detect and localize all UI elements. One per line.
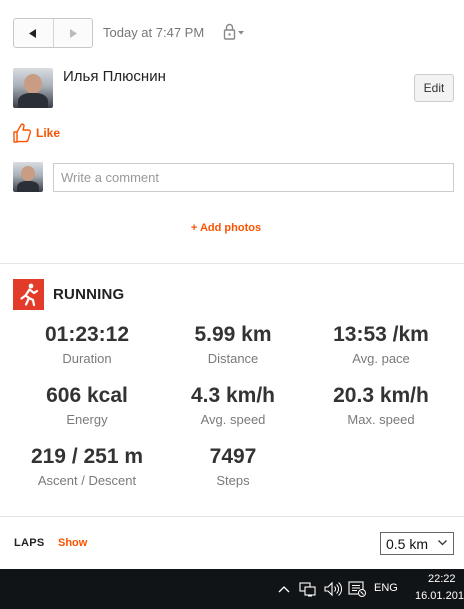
lap-split-select[interactable]: 0.5 km	[380, 532, 454, 555]
comment-input[interactable]	[53, 163, 454, 192]
network-icon[interactable]	[298, 579, 318, 599]
chevron-down-icon	[438, 540, 447, 546]
previous-activity-button[interactable]	[14, 19, 54, 47]
stat-steps: 7497 Steps	[163, 445, 303, 488]
stat-label: Duration	[62, 351, 112, 366]
stat-energy: 606 kcal Energy	[17, 384, 157, 427]
stat-avg-speed: 4.3 km/h Avg. speed	[163, 384, 303, 427]
taskbar: ENG 22:22 16.01.2017	[0, 569, 464, 609]
stat-duration: 01:23:12 Duration	[17, 323, 157, 366]
privacy-dropdown[interactable]	[223, 23, 245, 41]
add-photos-link[interactable]: + Add photos	[0, 222, 452, 234]
stat-value: 20.3 km/h	[333, 384, 429, 407]
stat-label: Steps	[216, 473, 250, 488]
stat-value: 13:53 /km	[333, 323, 429, 346]
laps-show-link[interactable]: Show	[58, 537, 87, 549]
activity-timestamp: Today at 7:47 PM	[103, 25, 205, 40]
edit-button[interactable]: Edit	[414, 74, 454, 102]
stat-value: 606 kcal	[46, 384, 128, 407]
stat-value: 4.3 km/h	[190, 384, 276, 407]
stat-label: Avg. speed	[200, 412, 266, 427]
lap-split-value: 0.5 km	[386, 535, 429, 552]
like-label: Like	[36, 126, 61, 140]
activity-type: RUNNING	[53, 286, 125, 303]
next-activity-button[interactable]	[54, 19, 93, 47]
like-button[interactable]: Like	[12, 122, 60, 144]
stat-value: 5.99 km	[194, 323, 272, 346]
athlete-name[interactable]: Илья Плюснин	[63, 68, 166, 85]
laps-heading: LAPS	[14, 537, 45, 549]
stat-label: Ascent / Descent	[37, 473, 137, 488]
chevron-up-icon	[278, 586, 290, 593]
triangle-right-icon	[69, 28, 77, 38]
clock-time[interactable]: 22:22	[428, 573, 456, 585]
section-divider	[0, 263, 464, 264]
thumbs-up-icon	[13, 123, 32, 143]
clock-date[interactable]: 16.01.2017	[415, 590, 464, 602]
volume-icon[interactable]	[323, 579, 343, 599]
action-center-icon[interactable]	[347, 579, 367, 599]
stat-label: Distance	[207, 351, 259, 366]
stat-value: 01:23:12	[44, 323, 130, 346]
stat-value: 7497	[209, 445, 257, 468]
stat-ascent-descent: 219 / 251 m Ascent / Descent	[17, 445, 157, 488]
stat-distance: 5.99 km Distance	[163, 323, 303, 366]
stat-label: Max. speed	[347, 412, 415, 427]
stat-max-speed: 20.3 km/h Max. speed	[311, 384, 451, 427]
stat-avg-pace: 13:53 /km Avg. pace	[311, 323, 451, 366]
input-language-indicator[interactable]: ENG	[374, 582, 398, 594]
commenter-avatar	[13, 162, 43, 192]
activity-nav	[13, 18, 93, 48]
running-icon	[13, 279, 44, 310]
stat-value: 219 / 251 m	[30, 445, 144, 468]
stat-label: Avg. pace	[352, 351, 410, 366]
section-divider	[0, 516, 464, 517]
show-hidden-icons-button[interactable]	[276, 579, 292, 599]
stat-label: Energy	[66, 412, 108, 427]
avatar[interactable]	[13, 68, 53, 108]
triangle-left-icon	[29, 28, 37, 38]
lock-icon	[223, 23, 244, 40]
